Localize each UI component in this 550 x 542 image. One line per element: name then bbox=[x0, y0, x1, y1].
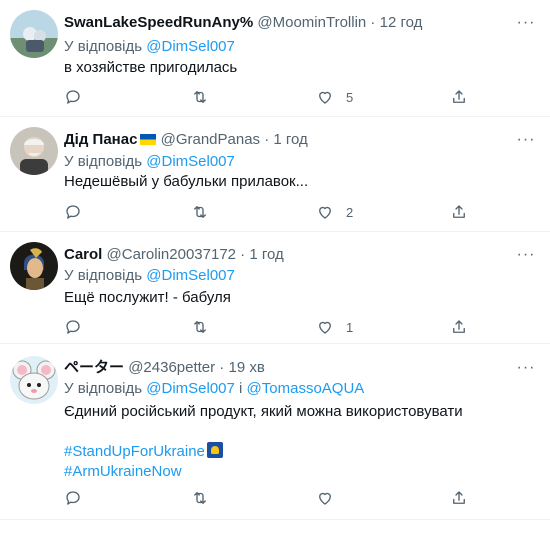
share-icon bbox=[453, 205, 465, 218]
share-button[interactable] bbox=[450, 317, 468, 337]
tweet-actions: 5 bbox=[64, 87, 465, 107]
share-button[interactable] bbox=[450, 488, 468, 508]
display-name[interactable]: Дід Панас bbox=[64, 131, 157, 148]
separator: · bbox=[366, 14, 380, 31]
like-button[interactable]: 1 bbox=[316, 317, 353, 337]
reply-context: У відповідь @DimSel007 bbox=[64, 152, 235, 172]
user-handle[interactable]: @2436petter bbox=[128, 359, 215, 376]
like-button[interactable]: 2 bbox=[316, 202, 353, 222]
reply-prefix: У відповідь bbox=[64, 267, 147, 284]
display-name[interactable]: Carol bbox=[64, 246, 102, 263]
avatar-image bbox=[10, 356, 58, 404]
reply-button[interactable] bbox=[64, 488, 82, 508]
separator: · bbox=[236, 246, 250, 263]
like-button[interactable] bbox=[316, 488, 346, 508]
tweet-text: Ещё послужит! - бабуля bbox=[64, 289, 231, 306]
share-button[interactable] bbox=[450, 87, 468, 107]
timestamp[interactable]: 12 год bbox=[380, 14, 423, 31]
tweet-header: Carol @Carolin20037172 · 1 год bbox=[64, 245, 540, 265]
separator: · bbox=[215, 359, 229, 376]
share-icon bbox=[453, 491, 465, 504]
user-handle[interactable]: @Carolin20037172 bbox=[107, 246, 237, 263]
tweet[interactable]: ペーター @2436petter · 19 хв ··· У відповідь… bbox=[0, 344, 550, 520]
like-icon bbox=[319, 321, 331, 334]
reply-prefix: У відповідь bbox=[64, 380, 147, 397]
display-name[interactable]: SwanLakeSpeedRunAny% bbox=[64, 14, 253, 31]
reply-prefix: У відповідь bbox=[64, 153, 147, 170]
avatar-image bbox=[10, 242, 58, 290]
tweet-actions: 2 bbox=[64, 202, 465, 222]
retweet-icon bbox=[194, 91, 206, 103]
hashtag-link[interactable]: #ArmUkraineNow bbox=[64, 462, 540, 482]
retweet-button[interactable] bbox=[191, 317, 209, 337]
share-button[interactable] bbox=[450, 202, 468, 222]
retweet-icon bbox=[194, 492, 206, 504]
user-handle[interactable]: @GrandPanas bbox=[161, 131, 260, 148]
mention-link[interactable]: @DimSel007 bbox=[146, 38, 235, 55]
tweet-header: Дід Панас @GrandPanas · 1 год bbox=[64, 130, 540, 150]
tweet-actions: 1 bbox=[64, 317, 465, 337]
reply-context: У відповідь @DimSel007 bbox=[64, 37, 235, 57]
tweet[interactable]: SwanLakeSpeedRunAny% @MoominTrollin · 12… bbox=[0, 0, 550, 117]
tweet-header: ペーター @2436petter · 19 хв bbox=[64, 358, 540, 378]
like-icon bbox=[319, 91, 331, 104]
more-icon[interactable]: ··· bbox=[514, 245, 538, 265]
avatar-image bbox=[10, 127, 58, 175]
retweet-icon bbox=[194, 321, 206, 333]
tweet-text: в хозяйстве пригодилась bbox=[64, 59, 238, 76]
display-name[interactable]: ペーター bbox=[64, 359, 124, 376]
avatar[interactable] bbox=[10, 127, 58, 175]
reply-context: У відповідь @DimSel007 і @TomassoAQUA bbox=[64, 379, 364, 399]
tweet-header: SwanLakeSpeedRunAny% @MoominTrollin · 12… bbox=[64, 13, 540, 33]
avatar[interactable] bbox=[10, 356, 58, 404]
more-icon[interactable]: ··· bbox=[514, 13, 538, 33]
avatar-image bbox=[10, 10, 58, 58]
mention-link[interactable]: @DimSel007 bbox=[146, 153, 235, 170]
like-count: 1 bbox=[346, 319, 354, 335]
user-handle[interactable]: @MoominTrollin bbox=[257, 14, 366, 31]
retweet-button[interactable] bbox=[191, 202, 209, 222]
tweet[interactable]: Дід Панас @GrandPanas · 1 год ··· У відп… bbox=[0, 117, 550, 232]
like-icon bbox=[319, 206, 331, 219]
reply-context: У відповідь @DimSel007 bbox=[64, 266, 235, 286]
tweet-text: Недешёвый у бабульки прилавок... bbox=[64, 173, 309, 190]
timestamp[interactable]: 19 хв bbox=[228, 359, 264, 376]
retweet-button[interactable] bbox=[191, 87, 209, 107]
like-button[interactable]: 5 bbox=[316, 87, 353, 107]
reply-button[interactable] bbox=[64, 317, 82, 337]
timestamp[interactable]: 1 год bbox=[273, 131, 307, 148]
mention-link[interactable]: @TomassoAQUA bbox=[247, 380, 365, 397]
like-count: 2 bbox=[346, 204, 354, 220]
share-icon bbox=[453, 90, 465, 103]
reply-icon bbox=[66, 205, 80, 219]
more-icon[interactable]: ··· bbox=[514, 358, 538, 378]
like-icon bbox=[319, 492, 331, 505]
mention-link[interactable]: @DimSel007 bbox=[146, 380, 235, 397]
reply-icon bbox=[66, 491, 80, 505]
separator: · bbox=[260, 131, 274, 148]
hashtag-emoji-icon bbox=[206, 442, 223, 458]
tweet-actions bbox=[64, 488, 465, 508]
retweet-button[interactable] bbox=[191, 488, 209, 508]
mention-link[interactable]: @DimSel007 bbox=[146, 267, 235, 284]
tweet-body: Єдиний російський продукт, який можна ви… bbox=[64, 403, 463, 420]
avatar[interactable] bbox=[10, 10, 58, 58]
ukraine-flag-icon bbox=[140, 134, 157, 145]
tweet-text: Єдиний російський продукт, який можна ви… bbox=[64, 402, 540, 482]
hashtag-link[interactable]: #StandUpForUkraine bbox=[64, 442, 540, 462]
reply-icon bbox=[66, 90, 80, 104]
reply-feed: SwanLakeSpeedRunAny% @MoominTrollin · 12… bbox=[0, 0, 550, 542]
reply-button[interactable] bbox=[64, 87, 82, 107]
avatar[interactable] bbox=[10, 242, 58, 290]
reply-button[interactable] bbox=[64, 202, 82, 222]
tweet[interactable]: Carol @Carolin20037172 · 1 год ··· У від… bbox=[0, 232, 550, 344]
timestamp[interactable]: 1 год bbox=[249, 246, 283, 263]
share-icon bbox=[453, 320, 465, 333]
retweet-icon bbox=[194, 206, 206, 218]
reply-prefix: У відповідь bbox=[64, 38, 147, 55]
like-count: 5 bbox=[346, 89, 354, 105]
reply-joiner: і bbox=[234, 380, 247, 397]
reply-icon bbox=[66, 320, 80, 334]
more-icon[interactable]: ··· bbox=[514, 130, 538, 150]
